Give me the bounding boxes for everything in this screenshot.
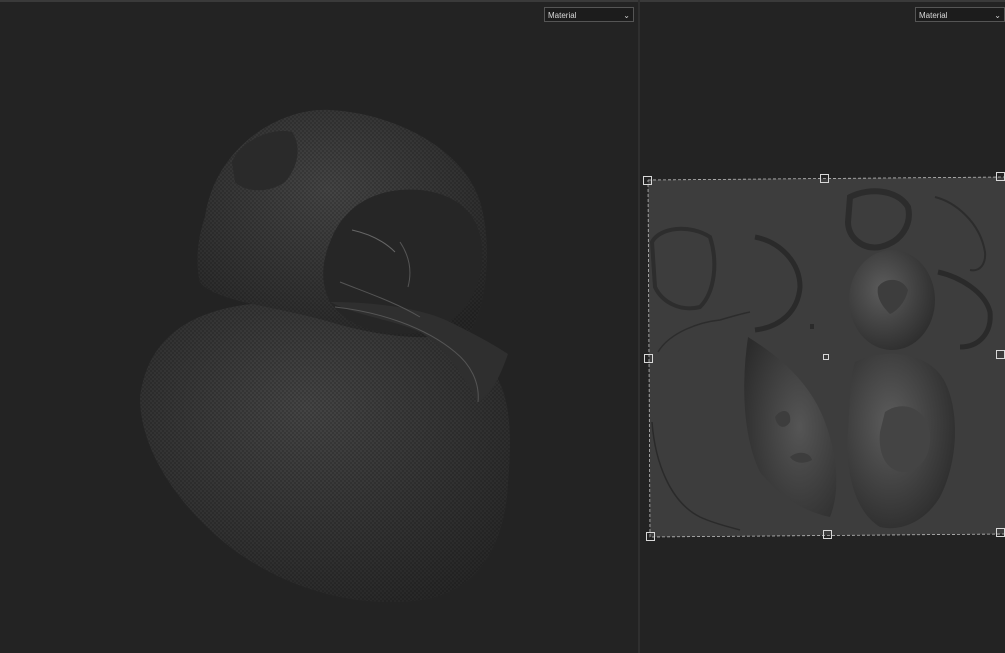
- transform-handle-left[interactable]: [644, 354, 653, 363]
- shading-mode-dropdown-3d[interactable]: Material ⌄: [544, 7, 634, 22]
- transform-handle-bottom[interactable]: [823, 530, 832, 539]
- chevron-down-icon: ⌄: [994, 11, 1001, 20]
- chevron-down-icon: ⌄: [623, 11, 630, 20]
- shading-mode-dropdown-uv[interactable]: Material ⌄: [915, 7, 1005, 22]
- uv-layout-render: [647, 176, 1005, 538]
- transform-handle-bottom-right[interactable]: [996, 528, 1005, 537]
- hood-model-render: [140, 109, 510, 602]
- transform-handle-top[interactable]: [820, 174, 829, 183]
- transform-pivot-handle[interactable]: [823, 354, 829, 360]
- 3d-viewport[interactable]: Material ⌄: [0, 2, 638, 653]
- transform-handle-top-right[interactable]: [996, 172, 1005, 181]
- transform-handle-top-left[interactable]: [643, 176, 652, 185]
- transform-handle-right[interactable]: [996, 350, 1005, 359]
- uv-viewport[interactable]: Material ⌄: [640, 2, 1005, 653]
- transform-handle-bottom-left[interactable]: [646, 532, 655, 541]
- shading-mode-value: Material: [548, 11, 577, 20]
- shading-mode-value: Material: [919, 11, 948, 20]
